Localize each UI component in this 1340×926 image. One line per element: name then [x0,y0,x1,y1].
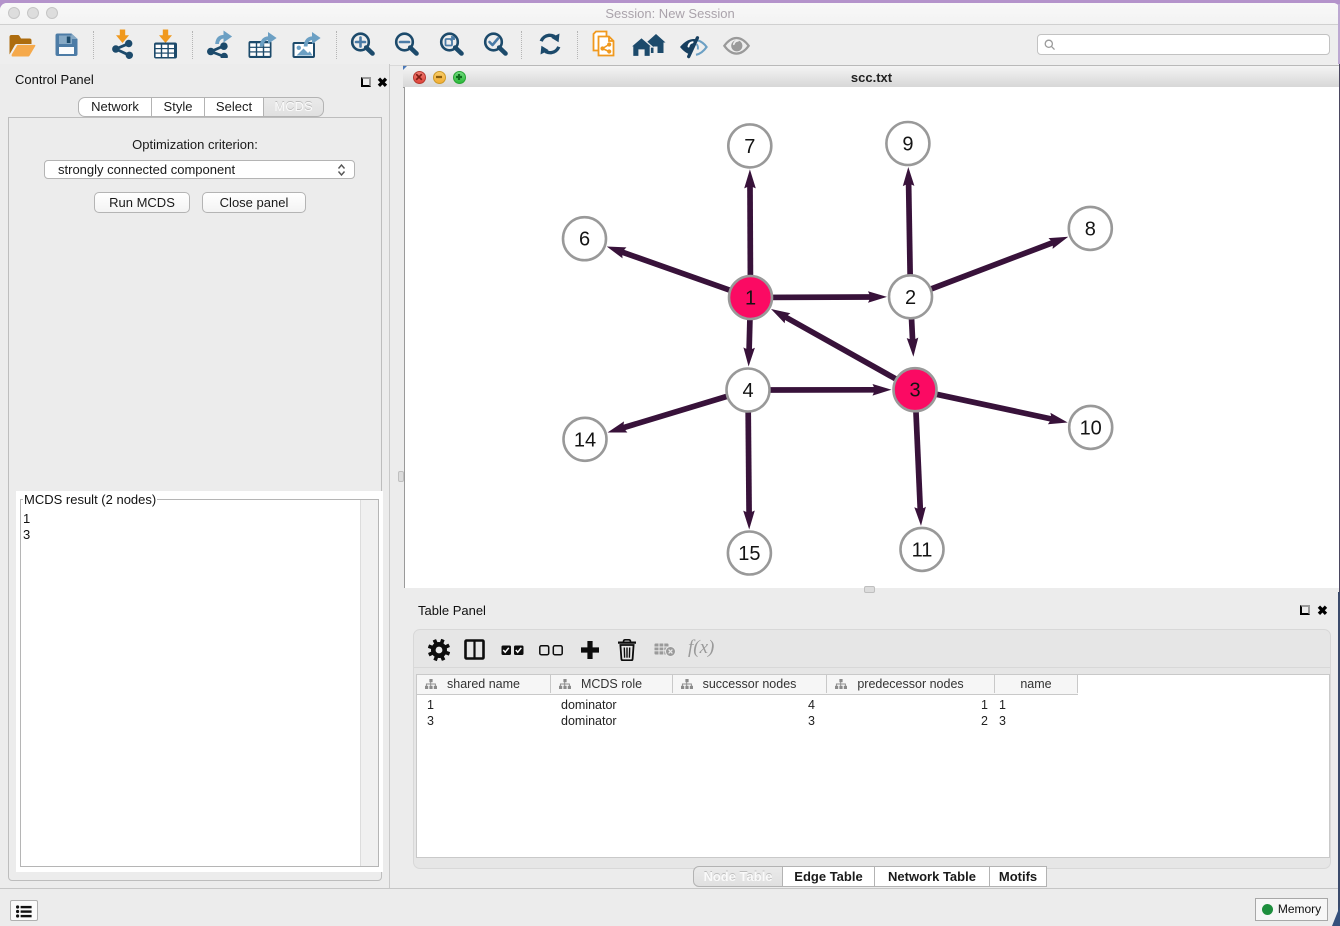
svg-text:4: 4 [742,380,753,402]
svg-text:15: 15 [738,543,760,565]
svg-text:8: 8 [1085,218,1096,240]
svg-text:6: 6 [579,229,590,251]
svg-text:7: 7 [744,136,755,158]
svg-text:2: 2 [905,287,916,309]
svg-text:10: 10 [1080,417,1102,439]
svg-text:14: 14 [574,429,596,451]
svg-text:1: 1 [745,288,756,310]
svg-text:3: 3 [909,380,920,402]
svg-text:9: 9 [902,134,913,156]
svg-text:11: 11 [912,539,933,561]
